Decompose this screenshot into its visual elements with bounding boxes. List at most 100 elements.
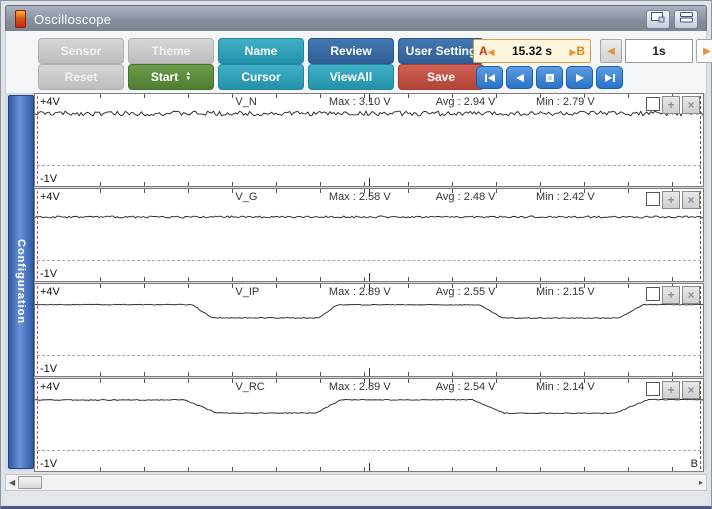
channel-name: V_IP <box>235 286 260 298</box>
max-value: Max : 2.89 V <box>328 286 391 298</box>
ab-range-box[interactable]: A◀ 15.32 s ▶B <box>473 39 591 63</box>
channel-name: V_RC <box>235 381 265 393</box>
scale-top-label: +4V <box>40 191 60 203</box>
min-value: Min : 2.15 V <box>536 286 595 298</box>
scrollbar-thumb[interactable] <box>18 476 43 489</box>
interval-increase-button[interactable]: ▶ <box>696 39 712 63</box>
cursor-a-line[interactable] <box>37 191 38 279</box>
channel-panel-vrc: +4V V_RC Max : 2.89 V Avg : 2.54 V Min :… <box>34 378 704 472</box>
scale-bottom-label: -1V <box>40 268 58 280</box>
min-value: Min : 2.42 V <box>536 191 595 203</box>
max-value: Max : 3.10 V <box>328 96 391 108</box>
avg-value: Avg : 2.54 V <box>435 381 496 393</box>
channel-panel-vg: +4V V_G Max : 2.58 V Avg : 2.48 V Min : … <box>34 188 704 282</box>
scale-top-label: +4V <box>40 96 60 108</box>
bottom-ruler-ticks <box>57 277 701 281</box>
max-value: Max : 2.58 V <box>328 191 391 203</box>
step-back-icon <box>515 73 524 82</box>
max-value: Max : 2.89 V <box>328 381 391 393</box>
channel-panel-vip: +4V V_IP Max : 2.89 V Avg : 2.55 V Min :… <box>34 283 704 377</box>
skip-to-end-button[interactable] <box>596 66 623 89</box>
channel-add-button[interactable]: + <box>662 191 680 209</box>
cursor-b-line[interactable] <box>700 286 701 374</box>
cursor-b-line[interactable] <box>700 96 701 184</box>
channel-close-button[interactable]: × <box>682 381 700 399</box>
display-mode-button[interactable] <box>646 9 670 29</box>
channel-add-button[interactable]: + <box>662 96 680 114</box>
user-setting-button[interactable]: User Setting <box>398 38 484 64</box>
zero-volt-gridline <box>37 450 701 451</box>
zero-volt-gridline <box>37 165 701 166</box>
ab-time-value: 15.32 s <box>511 44 553 58</box>
sensor-button[interactable]: Sensor <box>38 38 124 64</box>
bottom-ruler-ticks <box>57 182 701 186</box>
interval-decrease-button[interactable]: ◀ <box>600 39 622 63</box>
interval-value-box[interactable]: 1s <box>625 39 693 63</box>
start-button[interactable]: Start ▲ ▼ <box>128 64 214 90</box>
min-value: Min : 2.79 V <box>536 96 595 108</box>
time-range-bar: A◀ 15.32 s ▶B ◀ 1s ▶ <box>473 39 712 63</box>
play-icon <box>575 73 584 82</box>
channel-name: V_G <box>235 191 258 203</box>
channel-add-button[interactable]: + <box>662 286 680 304</box>
bottom-ruler-ticks <box>57 467 701 471</box>
channel-select-checkbox[interactable] <box>646 192 660 206</box>
name-button[interactable]: Name <box>218 38 304 64</box>
min-value: Min : 2.14 V <box>536 381 595 393</box>
cursor-b-line[interactable] <box>700 381 701 469</box>
cursor-b-line[interactable] <box>700 191 701 279</box>
channel-select-checkbox[interactable] <box>646 287 660 301</box>
channel-add-button[interactable]: + <box>662 381 680 399</box>
title-bar: Oscilloscope <box>5 5 707 33</box>
cursor-a-line[interactable] <box>37 96 38 184</box>
scroll-right-icon[interactable]: ▸ <box>696 478 706 487</box>
transport-controls <box>476 66 623 89</box>
channel-close-button[interactable]: × <box>682 96 700 114</box>
right-arrow-icon: ▶ <box>703 45 711 57</box>
channel-name: V_N <box>235 96 257 108</box>
toolbar: Sensor Theme Name Review User Setting Re… <box>5 31 712 93</box>
channel-select-checkbox[interactable] <box>646 382 660 396</box>
play-button[interactable] <box>566 66 593 89</box>
step-back-button[interactable] <box>506 66 533 89</box>
review-button[interactable]: Review <box>308 38 394 64</box>
skip-start-icon <box>484 73 495 82</box>
a-left-arrow-icon: ◀ <box>487 47 495 57</box>
window-title: Oscilloscope <box>34 11 112 27</box>
stop-icon <box>545 73 554 82</box>
stacked-bars-icon <box>679 10 693 28</box>
window-bottom-strip <box>5 491 707 505</box>
zero-volt-gridline <box>37 260 701 261</box>
start-stepper-icon: ▲ ▼ <box>185 71 192 82</box>
configuration-label: Configuration <box>15 239 27 325</box>
zero-volt-gridline <box>37 355 701 356</box>
scale-bottom-label: -1V <box>40 363 58 375</box>
skip-end-icon <box>604 73 615 82</box>
avg-value: Avg : 2.55 V <box>435 286 496 298</box>
cursor-a-label: A <box>479 44 488 58</box>
reset-button[interactable]: Reset <box>38 64 124 90</box>
scale-bottom-label: -1V <box>40 173 58 185</box>
layout-menu-button[interactable] <box>674 9 698 29</box>
cursor-b-marker: B <box>690 458 698 470</box>
cursor-button[interactable]: Cursor <box>218 64 304 90</box>
cursor-a-line[interactable] <box>37 286 38 374</box>
horizontal-scrollbar[interactable]: ◀ ▸ <box>5 474 707 491</box>
channel-select-checkbox[interactable] <box>646 97 660 111</box>
channel-close-button[interactable]: × <box>682 286 700 304</box>
display-icon <box>651 10 665 28</box>
oscilloscope-window: Oscilloscope Sensor Theme Name Review Us… <box>0 0 712 509</box>
viewall-button[interactable]: ViewAll <box>308 64 394 90</box>
left-arrow-icon: ◀ <box>607 45 615 57</box>
save-button[interactable]: Save <box>398 64 484 90</box>
stop-button[interactable] <box>536 66 563 89</box>
channel-close-button[interactable]: × <box>682 191 700 209</box>
channels-area: Configuration +4V V_N Max : 3.10 V Avg :… <box>5 93 707 472</box>
cursor-a-line[interactable] <box>37 381 38 469</box>
configuration-tab[interactable]: Configuration <box>8 95 34 469</box>
theme-button[interactable]: Theme <box>128 38 214 64</box>
scroll-left-icon[interactable]: ◀ <box>6 478 18 487</box>
avg-value: Avg : 2.94 V <box>435 96 496 108</box>
skip-to-start-button[interactable] <box>476 66 503 89</box>
channel-panel-vn: +4V V_N Max : 3.10 V Avg : 2.94 V Min : … <box>34 93 704 187</box>
